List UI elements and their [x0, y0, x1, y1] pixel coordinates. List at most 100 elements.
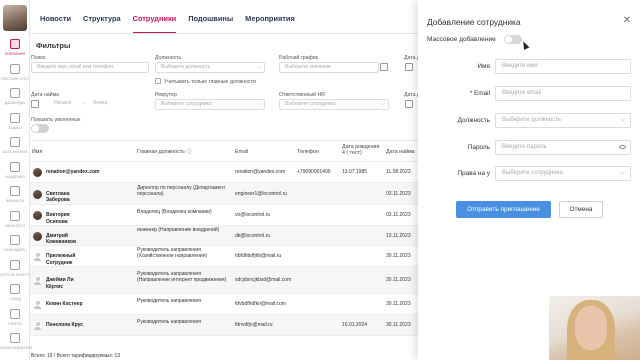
employee-name: Пенелопа Крус [46, 322, 84, 329]
help-icon: ⓘ [186, 149, 192, 155]
table-row[interactable]: Виктория Осипова Владелец (Владелец компа… [30, 205, 420, 226]
tab-podoshviny[interactable]: Подошвины [188, 14, 233, 34]
employee-name: Кевин Костнер [46, 301, 83, 308]
chevron-down-icon: ⌵ [257, 64, 261, 70]
close-icon[interactable]: ✕ [623, 15, 631, 26]
password-input[interactable]: Введите пароль [495, 140, 631, 155]
calendar-icon[interactable] [380, 63, 388, 71]
cancel-button[interactable]: Отмена [559, 201, 603, 218]
calendar-icon[interactable] [405, 100, 413, 108]
sidebar-item-7[interactable]: ФИНОЛОГИ [0, 208, 30, 234]
recruiter-placeholder: Выберите сотрудника [161, 101, 212, 107]
employee-position: Руководитель направления (Хозяйственное … [137, 247, 208, 260]
sidebar-item-12[interactable]: ВОЗНАГРАЖДЕНИЯ [0, 330, 33, 356]
tab-events[interactable]: Мероприятия [245, 14, 295, 34]
sidebar-item-6[interactable]: ФИНАНСЫ [0, 183, 30, 209]
hire-date-range[interactable]: Начало → Конец [41, 99, 149, 110]
sidebar-item-0[interactable]: КОМПАНИЯ [0, 36, 30, 62]
sidebar-item-label: ВОЗНАГРАЖДЕНИЯ [0, 346, 33, 350]
column-main-position[interactable]: Главная должность ⓘ [137, 149, 192, 155]
avatar [33, 231, 42, 241]
sidebar-item-4[interactable]: БАЗА ЗНАНИЙ [0, 134, 30, 160]
employee-email: sdcjdsncjkbsd@mail.com [235, 277, 292, 284]
tab-employees[interactable]: Сотрудники [132, 14, 177, 34]
table-header: Имя Главная должность ⓘ Email Телефон Да… [30, 140, 420, 162]
sidebar-item-9[interactable]: КОНТРОЛЬ КАЧЕСТВА [0, 257, 34, 283]
table-row[interactable]: Джейми Ли Кёртис Руководитель направления… [30, 267, 420, 294]
position-filter-select[interactable]: Выберите должность ⌵ [155, 62, 265, 73]
eye-icon[interactable] [619, 145, 626, 149]
panel-title: Добавление сотрудника [427, 17, 521, 27]
table-row[interactable]: Прилежный Сотрудник Руководитель направле… [30, 246, 420, 267]
sidebar-item-1[interactable]: РАБОЧИЙ СТОЛ [0, 61, 30, 87]
responsible-hr-select[interactable]: Выберите сотрудника ⌵ [279, 99, 389, 110]
send-invitation-button[interactable]: Отправить приглашение [456, 201, 551, 218]
employee-email: dk@locontrol.ru [235, 232, 271, 239]
position-filter-label: Должность [155, 55, 182, 61]
sidebar-item-label: БАЗА ЗНАНИЙ [2, 150, 28, 154]
sidebar-item-10[interactable]: СКЛАД [0, 281, 30, 307]
sidebar-item-11[interactable]: ТИКЕТЫ [0, 306, 30, 332]
tab-news[interactable]: Новости [40, 14, 71, 34]
sidebar-item-label: ДАШБОРДЫ [4, 101, 26, 105]
sidebar-item-5[interactable]: АКАДЕМИЯ [0, 159, 30, 185]
avatar [33, 168, 42, 177]
position-filter-placeholder: Выберите должность [161, 64, 211, 70]
password-placeholder: Введите пароль [502, 144, 547, 150]
main-positions-checkbox[interactable] [155, 78, 161, 84]
search-input[interactable]: Введите имя, email или телефон [31, 62, 149, 73]
rights-select[interactable]: Выберите сотрудника ⌵ [495, 166, 631, 181]
employee-name: Дмитрий Кожевников [46, 232, 77, 246]
sidebar-item-label: РАБОЧИЙ СТОЛ [1, 76, 29, 81]
show-fired-toggle[interactable] [31, 124, 49, 133]
tab-structure[interactable]: Структура [83, 14, 121, 34]
recruiter-select[interactable]: Выберите сотрудника ⌵ [155, 99, 265, 110]
finance-icon [10, 186, 20, 196]
sidebar-item-label: ФИНАНСЫ [5, 199, 25, 203]
column-hire-date[interactable]: Дата найма [386, 149, 415, 155]
table-row[interactable]: Кевин Костнер Руководитель направления fdv… [30, 294, 420, 315]
show-fired-label: Показать уволенных [31, 117, 81, 123]
tabs-divider [30, 33, 420, 34]
calendar-icon[interactable] [31, 100, 39, 108]
rights-field-label: Права на у [457, 170, 490, 177]
employee-email: hbfdhbdfjhb@mail.ru [235, 253, 282, 260]
employee-email: fdnvdfjn@mail.ru [235, 322, 273, 329]
hire-date-label: Дата найма [31, 92, 60, 98]
column-email[interactable]: Email [235, 149, 248, 155]
responsible-hr-placeholder: Выберите сотрудника [285, 101, 336, 107]
email-input[interactable]: Введите email [495, 86, 631, 101]
employee-position: Руководитель направления (Направление ин… [137, 271, 227, 284]
calendar-icon[interactable] [405, 63, 413, 71]
name-field-label: Имя [477, 63, 490, 70]
mouse-cursor-icon [520, 40, 530, 50]
password-field-label: Пароль [467, 144, 490, 151]
sidebar-item-8[interactable]: КАЛЕНДАРЬ [0, 232, 30, 258]
column-phone[interactable]: Телефон [297, 149, 319, 155]
table-row[interactable]: Пенелопа Крус Руководитель направления fdn… [30, 315, 420, 336]
tickets-icon [10, 308, 20, 319]
table-row[interactable]: Дмитрий Кожевников инженер (Направление в… [30, 226, 420, 246]
finologi-icon [10, 210, 20, 221]
name-input[interactable]: Введите имя [495, 59, 631, 74]
filters-title: Фильтры [36, 41, 71, 50]
sidebar-item-2[interactable]: ДАШБОРДЫ [0, 85, 30, 111]
position-select[interactable]: Выберите должность ⌵ [495, 113, 631, 128]
column-name[interactable]: Имя [32, 149, 42, 155]
employee-position: Руководитель направления [137, 298, 201, 305]
employee-position: Владелец (Владелец компании) [137, 209, 212, 216]
avatar [33, 189, 42, 199]
column-birth-date[interactable]: Дата рождения 4 ( тест) [342, 144, 379, 156]
mass-add-toggle[interactable] [504, 35, 522, 44]
search-label: Поиск [31, 55, 46, 61]
user-avatar[interactable] [3, 5, 27, 31]
chevron-down-icon: ⌵ [620, 170, 625, 176]
schedule-filter-select[interactable]: Выберите значение [279, 62, 379, 73]
table-row[interactable]: Светлана Заберова Директор по персоналу (… [30, 183, 420, 205]
main-positions-label: Учитывать только главные должности [164, 79, 256, 85]
employee-email: vo@locontrol.ru [235, 212, 271, 219]
rights-select-placeholder: Выберите сотрудника [502, 170, 563, 176]
company-icon [10, 39, 20, 49]
sidebar-item-3[interactable]: ЗАДАЧИ [0, 110, 30, 136]
table-row[interactable]: renation@yandex.com renation@yandex.com +7… [30, 162, 420, 183]
